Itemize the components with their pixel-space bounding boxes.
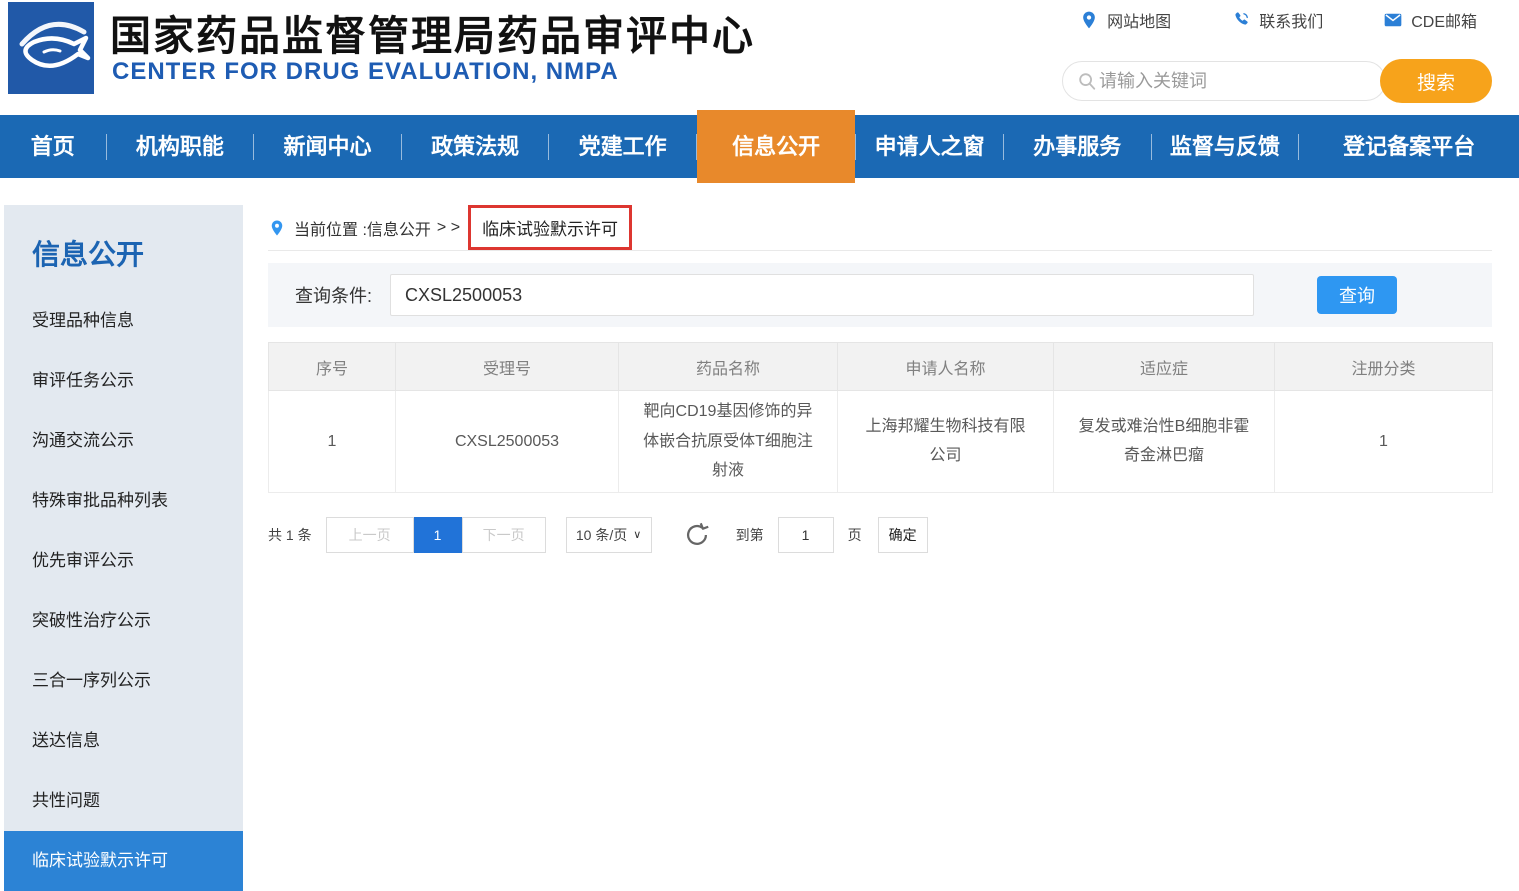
sidebar-item-review-tasks[interactable]: 审评任务公示 [4, 351, 243, 411]
location-pin-icon [271, 220, 283, 235]
cell-drug-name: 靶向CD19基因修饰的异体嵌合抗原受体T细胞注射液 [618, 390, 838, 493]
query-button[interactable]: 查询 [1317, 276, 1397, 314]
cde-mail-label: CDE邮箱 [1411, 14, 1477, 31]
confirm-button[interactable]: 确定 [877, 516, 928, 553]
query-panel: 查询条件: 查询 [268, 263, 1492, 327]
query-condition-label: 查询条件: [295, 286, 373, 306]
page-unit-label: 页 [847, 526, 862, 543]
site-header: 国家药品监督管理局药品审评中心 CENTER FOR DRUG EVALUATI… [0, 0, 1519, 115]
breadcrumb: 当前位置 : 信息公开 > > 临床试验默示许可 [268, 205, 1492, 251]
breadcrumb-current-annotated: 临床试验默示许可 [468, 205, 633, 250]
location-pin-icon [1083, 11, 1096, 29]
search-icon [1079, 73, 1096, 90]
nav-item-news[interactable]: 新闻中心 [254, 115, 401, 178]
prev-page-button[interactable]: 上一页 [325, 516, 414, 553]
goto-page-input[interactable] [777, 516, 834, 553]
col-header-indication: 适应症 [1053, 342, 1275, 391]
breadcrumb-prefix: 当前位置 : [294, 221, 367, 239]
nav-item-functions[interactable]: 机构职能 [107, 115, 254, 178]
search-box[interactable] [1062, 61, 1386, 101]
phone-icon [1235, 12, 1249, 25]
nav-item-supervision[interactable]: 监督与反馈 [1152, 115, 1299, 178]
breadcrumb-section[interactable]: 信息公开 [367, 216, 431, 240]
breadcrumb-separator: > > [436, 218, 461, 236]
sidebar-item-communication[interactable]: 沟通交流公示 [4, 411, 243, 471]
cde-mail-link[interactable]: CDE邮箱 [1383, 8, 1477, 32]
sidebar-item-priority-review[interactable]: 优先审评公示 [4, 531, 243, 591]
col-header-seq: 序号 [268, 342, 396, 391]
nav-item-registration-platform[interactable]: 登记备案平台 [1299, 115, 1519, 178]
nav-item-policy[interactable]: 政策法规 [402, 115, 549, 178]
nav-item-info-disclosure[interactable]: 信息公开 [696, 110, 856, 183]
cde-logo [8, 2, 94, 94]
table-header-row: 序号 受理号 药品名称 申请人名称 适应症 注册分类 [268, 342, 1493, 391]
cell-seq: 1 [268, 390, 396, 493]
sidebar-item-common-questions[interactable]: 共性问题 [4, 771, 243, 831]
next-page-button[interactable]: 下一页 [461, 516, 546, 553]
chevron-down-icon: ∨ [633, 529, 642, 542]
info-disclosure-sidebar: 信息公开 受理品种信息 审评任务公示 沟通交流公示 特殊审批品种列表 优先审评公… [4, 205, 243, 891]
results-table: 序号 受理号 药品名称 申请人名称 适应症 注册分类 1 CXSL2500053… [268, 342, 1493, 493]
page-size-select[interactable]: 10 条/页 ∨ [565, 516, 652, 553]
cell-acceptance-no: CXSL2500053 [395, 390, 619, 493]
search-button[interactable]: 搜索 [1380, 59, 1492, 103]
col-header-drug-name: 药品名称 [618, 342, 838, 391]
nav-item-services[interactable]: 办事服务 [1004, 115, 1151, 178]
contact-link[interactable]: 联系我们 [1231, 8, 1323, 32]
col-header-applicant: 申请人名称 [837, 342, 1054, 391]
sidebar-item-delivery-info[interactable]: 送达信息 [4, 711, 243, 771]
pagination-bar: 共 1 条 上一页 1 下一页 10 条/页 ∨ 到第 页 确定 [268, 516, 1492, 553]
sitemap-label: 网站地图 [1107, 14, 1172, 31]
nav-item-home[interactable]: 首页 [0, 115, 106, 178]
search-input[interactable] [1097, 69, 1337, 93]
nav-item-party[interactable]: 党建工作 [549, 115, 696, 178]
header-search: 搜索 [1062, 59, 1492, 103]
sidebar-item-special-approval[interactable]: 特殊审批品种列表 [4, 471, 243, 531]
nav-item-applicant-window[interactable]: 申请人之窗 [856, 115, 1003, 178]
sidebar-item-accepted-varieties[interactable]: 受理品种信息 [4, 291, 243, 351]
table-row: 1 CXSL2500053 靶向CD19基因修饰的异体嵌合抗原受体T细胞注射液 … [268, 390, 1493, 493]
mail-icon [1384, 13, 1402, 27]
query-condition-input[interactable] [390, 274, 1255, 316]
cell-indication: 复发或难治性B细胞非霍奇金淋巴瘤 [1053, 390, 1275, 493]
contact-label: 联系我们 [1259, 14, 1324, 31]
total-count-label: 共 1 条 [268, 526, 312, 543]
sidebar-item-clinical-trial-implied-license[interactable]: 临床试验默示许可 [4, 831, 243, 891]
goto-page-label: 到第 [735, 526, 764, 543]
cell-applicant: 上海邦耀生物科技有限公司 [837, 390, 1054, 493]
header-utility-links: 网站地图 联系我们 CDE邮箱 [1079, 8, 1477, 32]
site-title-cn: 国家药品监督管理局药品审评中心 [110, 13, 755, 59]
current-page-button[interactable]: 1 [413, 516, 462, 553]
sidebar-title: 信息公开 [32, 239, 145, 270]
site-title-en: CENTER FOR DRUG EVALUATION, NMPA [112, 58, 619, 85]
sidebar-item-breakthrough-therapy[interactable]: 突破性治疗公示 [4, 591, 243, 651]
page-size-value: 10 条/页 [575, 526, 628, 543]
main-content: 当前位置 : 信息公开 > > 临床试验默示许可 查询条件: 查询 序号 受理号… [268, 205, 1493, 553]
sitemap-link[interactable]: 网站地图 [1079, 8, 1171, 32]
cell-registration-class: 1 [1274, 390, 1493, 493]
sidebar-item-three-in-one[interactable]: 三合一序列公示 [4, 651, 243, 711]
refresh-icon[interactable] [682, 520, 712, 550]
col-header-registration-class: 注册分类 [1274, 342, 1493, 391]
main-nav: 首页 机构职能 新闻中心 政策法规 党建工作 信息公开 申请人之窗 办事服务 监… [0, 110, 1519, 183]
fish-swoosh-icon [19, 21, 91, 68]
col-header-acceptance-no: 受理号 [395, 342, 619, 391]
